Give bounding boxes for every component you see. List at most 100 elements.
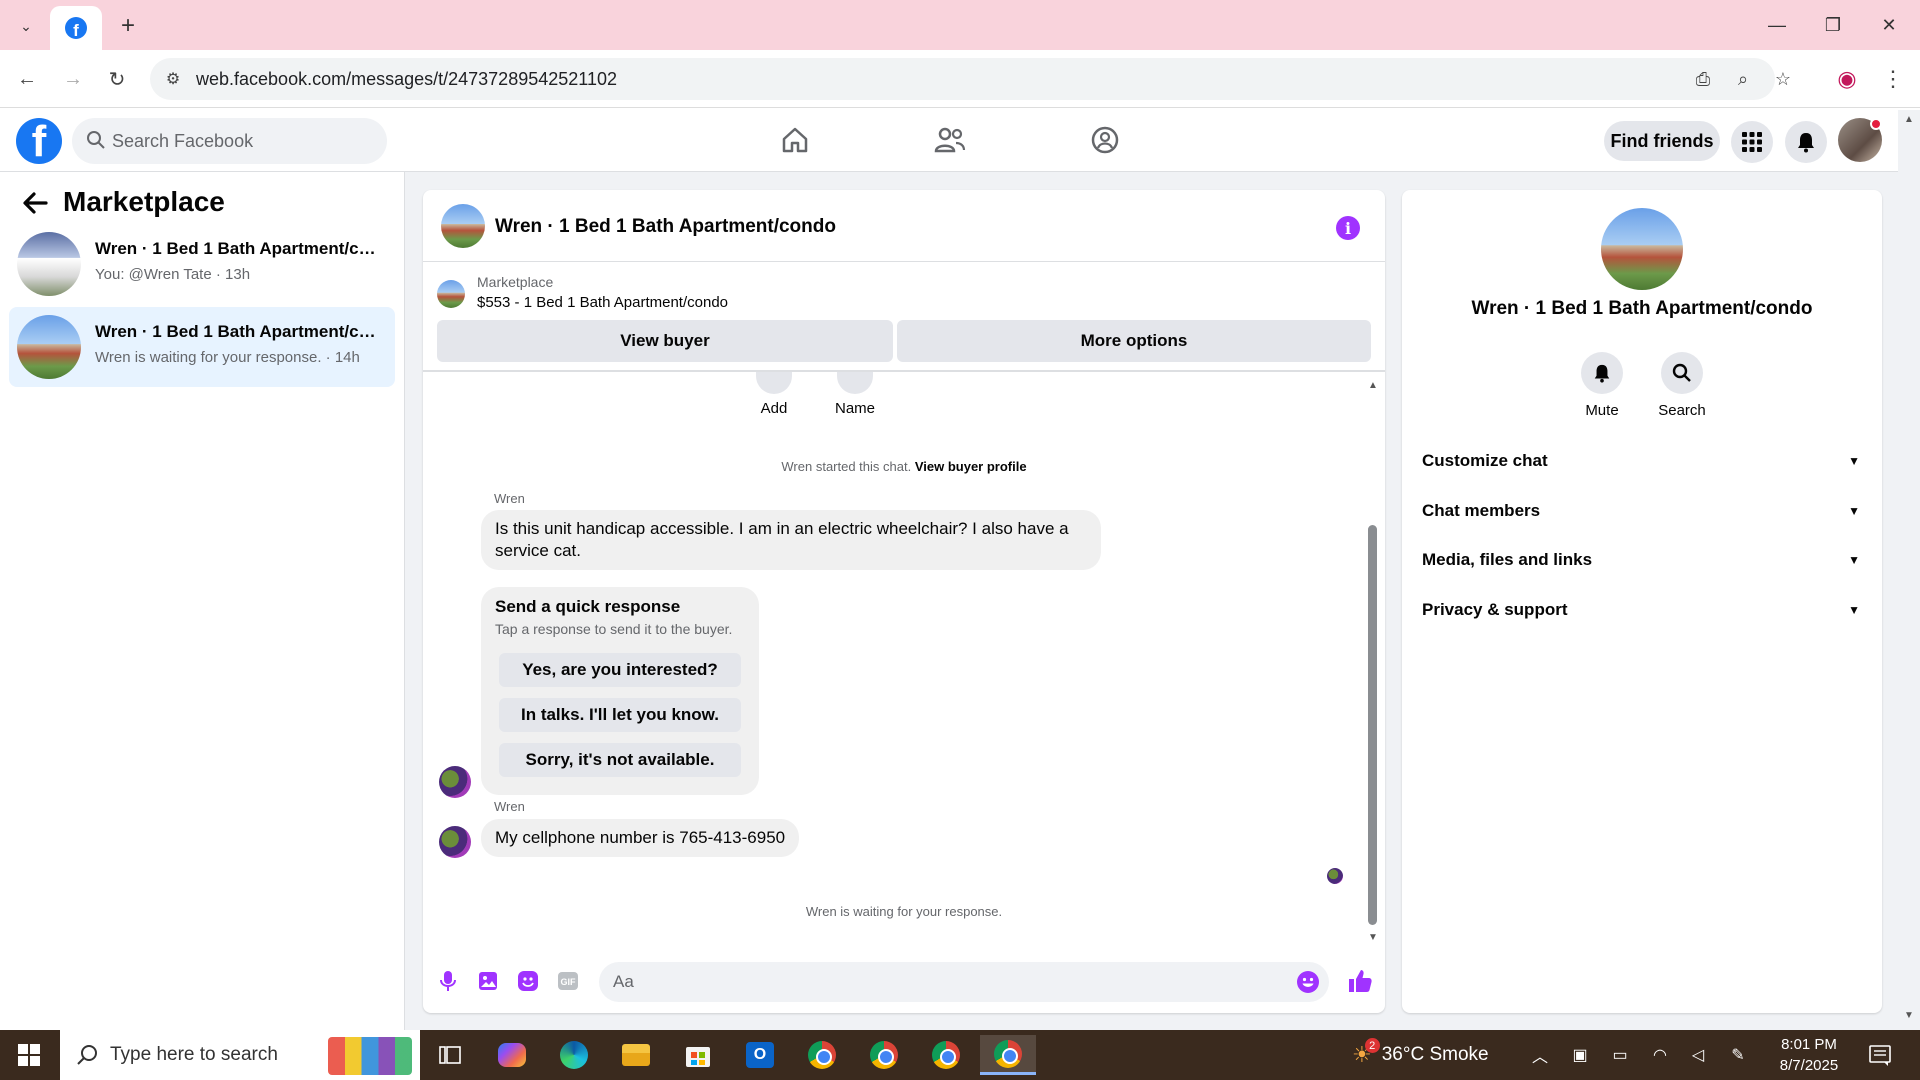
search-icon <box>1661 352 1703 394</box>
windows-start-icon[interactable] <box>0 1030 58 1080</box>
meet-now-icon[interactable]: ▣ <box>1568 1044 1592 1066</box>
microphone-icon[interactable] <box>435 968 461 994</box>
name-label: Name <box>834 400 875 417</box>
task-view-icon[interactable] <box>422 1035 478 1075</box>
back-icon[interactable]: ← <box>10 62 44 96</box>
page-title: Marketplace <box>63 186 225 217</box>
sender-avatar[interactable] <box>439 826 471 858</box>
view-buyer-profile-link[interactable]: View buyer profile <box>915 459 1027 474</box>
clock-date: 8/7/2025 <box>1779 1057 1839 1074</box>
scroll-up-icon[interactable]: ▲ <box>1902 114 1916 128</box>
home-nav-icon[interactable] <box>745 116 845 164</box>
chat-avatar[interactable] <box>441 204 485 248</box>
search-input[interactable] <box>112 118 372 164</box>
pen-icon[interactable]: ✎ <box>1726 1044 1750 1066</box>
menu-grid-button[interactable] <box>1731 121 1773 163</box>
page-scrollbar[interactable]: ▲ ▼ <box>1898 110 1920 1030</box>
url-text[interactable]: web.facebook.com/messages/t/247372895425… <box>196 69 617 90</box>
weather-icon: ☀ 2 <box>1352 1038 1380 1068</box>
pencil-icon <box>837 372 873 394</box>
message-input[interactable] <box>613 962 1273 1002</box>
sender-avatar[interactable] <box>439 766 471 798</box>
weather-widget[interactable]: ☀ 2 36°C Smoke <box>1352 1030 1489 1080</box>
file-explorer-icon[interactable] <box>608 1035 664 1075</box>
message-input-wrapper[interactable] <box>599 962 1329 1002</box>
conversation-item-active[interactable]: Wren · 1 Bed 1 Bath Apartment/condo Wren… <box>9 307 395 387</box>
scroll-down-icon[interactable]: ▼ <box>1363 932 1383 946</box>
battery-icon[interactable]: ▭ <box>1608 1044 1632 1066</box>
omnibox[interactable]: ⚙ web.facebook.com/messages/t/2473728954… <box>150 58 1791 100</box>
friends-nav-icon[interactable] <box>900 116 1000 164</box>
install-app-icon[interactable]: ⎙ <box>1690 67 1716 91</box>
zoom-icon[interactable]: ⌕ <box>1730 67 1756 91</box>
chat-info-avatar[interactable] <box>1601 208 1683 290</box>
address-bar: ← → ↻ ⚙ web.facebook.com/messages/t/2473… <box>0 50 1920 108</box>
taskbar-search[interactable]: Type here to search <box>60 1030 420 1080</box>
sticker-icon[interactable] <box>515 968 541 994</box>
quick-response-subheading: Tap a response to send it to the buyer. <box>495 621 733 637</box>
tab-search-dropdown-icon[interactable]: ⌄ <box>10 10 42 42</box>
outlook-icon[interactable]: O <box>732 1035 788 1075</box>
chat-title[interactable]: Wren · 1 Bed 1 Bath Apartment/condo <box>495 216 836 238</box>
chrome-profile-3-icon[interactable] <box>918 1035 974 1075</box>
mute-action[interactable]: Mute <box>1562 352 1642 419</box>
add-person-icon <box>756 372 792 394</box>
chrome-profile-1-icon[interactable] <box>794 1035 850 1075</box>
scroll-down-icon[interactable]: ▼ <box>1902 1010 1916 1024</box>
chrome-active-icon[interactable] <box>980 1035 1036 1075</box>
forward-icon[interactable]: → <box>56 62 90 96</box>
chrome-profile-2-icon[interactable] <box>856 1035 912 1075</box>
scrollbar-thumb[interactable] <box>1368 525 1377 925</box>
quick-response-option[interactable]: Sorry, it's not available. <box>499 743 741 777</box>
show-hidden-icons-icon[interactable]: ︿ <box>1528 1044 1552 1066</box>
info-icon[interactable]: i <box>1336 216 1360 240</box>
incoming-message[interactable]: Is this unit handicap accessible. I am i… <box>481 510 1101 570</box>
chat-members-section[interactable]: Chat members ▼ <box>1420 487 1864 535</box>
new-tab-button[interactable]: + <box>112 10 144 42</box>
facebook-logo-icon[interactable]: f <box>16 118 62 164</box>
quick-response-option[interactable]: In talks. I'll let you know. <box>499 698 741 732</box>
groups-nav-icon[interactable] <box>1055 116 1155 164</box>
edge-icon[interactable] <box>546 1035 602 1075</box>
conversation-item[interactable]: Wren · 1 Bed 1 Bath Apartment/condo You:… <box>9 224 395 304</box>
privacy-support-section[interactable]: Privacy & support ▼ <box>1420 586 1864 634</box>
more-options-button[interactable]: More options <box>897 320 1371 362</box>
browser-tab-bar: ⌄ f + — ❐ ✕ <box>0 0 1920 50</box>
incoming-message[interactable]: My cellphone number is 765-413-6950 <box>481 819 800 857</box>
browser-profile-icon[interactable]: ◉ <box>1830 62 1864 96</box>
back-arrow-icon[interactable] <box>20 188 50 218</box>
facebook-search[interactable] <box>72 118 387 164</box>
wifi-icon[interactable]: ◠ <box>1648 1044 1672 1066</box>
notifications-button[interactable] <box>1785 121 1827 163</box>
customize-chat-section[interactable]: Customize chat ▼ <box>1420 437 1864 485</box>
thumbs-up-icon[interactable] <box>1345 966 1375 996</box>
bell-icon <box>1581 352 1623 394</box>
browser-tab-facebook[interactable]: f <box>50 6 102 50</box>
restore-icon[interactable]: ❐ <box>1810 8 1856 42</box>
reload-icon[interactable]: ↻ <box>100 62 134 96</box>
scroll-up-icon[interactable]: ▲ <box>1363 380 1383 394</box>
quick-response-option[interactable]: Yes, are you interested? <box>499 653 741 687</box>
copilot-icon[interactable] <box>484 1035 540 1075</box>
emoji-icon[interactable] <box>1296 970 1320 994</box>
chevron-down-icon: ▼ <box>1848 504 1860 518</box>
microsoft-store-icon[interactable] <box>670 1035 726 1075</box>
chat-scrollbar[interactable]: ▲ ▼ <box>1363 380 1383 946</box>
close-window-icon[interactable]: ✕ <box>1866 8 1912 42</box>
site-settings-icon[interactable]: ⚙ <box>162 68 184 90</box>
taskbar-clock[interactable]: 8:01 PM 8/7/2025 <box>1764 1034 1854 1076</box>
view-buyer-button[interactable]: View buyer <box>437 320 893 362</box>
find-friends-button[interactable]: Find friends <box>1604 121 1720 161</box>
volume-icon[interactable]: ◁ <box>1686 1044 1710 1066</box>
gif-icon[interactable]: GIF <box>555 968 581 994</box>
add-action[interactable]: Add <box>734 372 814 417</box>
notification-center-icon[interactable] <box>1868 1043 1892 1067</box>
search-action[interactable]: Search <box>1642 352 1722 419</box>
minimize-icon[interactable]: — <box>1754 8 1800 42</box>
bookmark-star-icon[interactable]: ☆ <box>1770 67 1796 91</box>
browser-menu-icon[interactable]: ⋮ <box>1876 62 1910 96</box>
media-files-links-section[interactable]: Media, files and links ▼ <box>1420 536 1864 584</box>
photo-icon[interactable] <box>475 968 501 994</box>
chevron-down-icon: ▼ <box>1848 603 1860 617</box>
name-action[interactable]: Name <box>815 372 895 417</box>
